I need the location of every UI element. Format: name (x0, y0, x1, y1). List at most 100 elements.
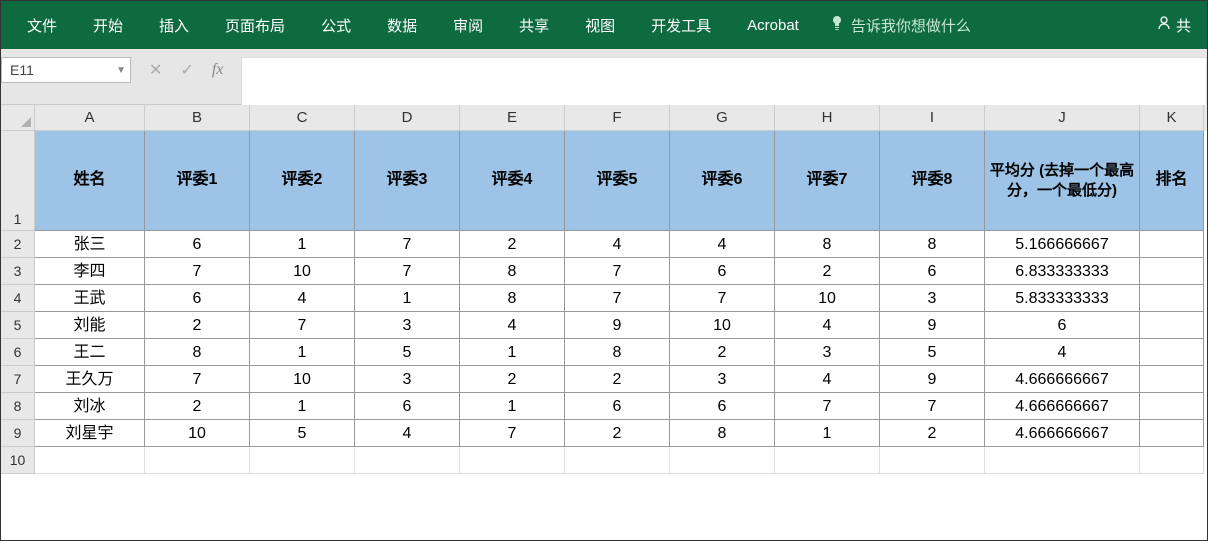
cell[interactable]: 7 (145, 258, 250, 285)
cell[interactable]: 8 (670, 420, 775, 447)
cell[interactable]: 3 (880, 285, 985, 312)
cell[interactable] (1140, 258, 1204, 285)
col-header-K[interactable]: K (1140, 105, 1204, 131)
chevron-down-icon[interactable]: ▼ (116, 65, 126, 76)
col-header-A[interactable]: A (35, 105, 145, 131)
cell[interactable]: 7 (355, 258, 460, 285)
cell[interactable]: 7 (565, 285, 670, 312)
cell[interactable]: 10 (775, 285, 880, 312)
cell[interactable]: 1 (250, 339, 355, 366)
tab-acrobat[interactable]: Acrobat (729, 11, 817, 40)
cell[interactable]: 7 (145, 366, 250, 393)
cell[interactable] (145, 447, 250, 474)
name-box[interactable]: E11 ▼ (1, 57, 131, 83)
cell[interactable]: 8 (460, 258, 565, 285)
cell[interactable]: 1 (460, 393, 565, 420)
cell[interactable]: 6 (565, 393, 670, 420)
tab-view[interactable]: 视图 (567, 9, 633, 42)
row-header-3[interactable]: 3 (1, 258, 35, 285)
col-header-B[interactable]: B (145, 105, 250, 131)
cell[interactable]: 3 (775, 339, 880, 366)
col-header-G[interactable]: G (670, 105, 775, 131)
header-cell[interactable]: 评委6 (670, 131, 775, 231)
cell[interactable]: 1 (775, 420, 880, 447)
cell[interactable]: 刘能 (35, 312, 145, 339)
cell[interactable]: 5.166666667 (985, 231, 1140, 258)
cell[interactable]: 4 (355, 420, 460, 447)
cell[interactable]: 1 (355, 285, 460, 312)
cell[interactable]: 7 (670, 285, 775, 312)
cell[interactable]: 7 (565, 258, 670, 285)
cell[interactable]: 2 (565, 420, 670, 447)
cell[interactable]: 4 (250, 285, 355, 312)
cell[interactable] (460, 447, 565, 474)
cell[interactable]: 刘冰 (35, 393, 145, 420)
cell[interactable]: 6 (145, 285, 250, 312)
cell[interactable]: 10 (250, 258, 355, 285)
cell[interactable]: 5 (250, 420, 355, 447)
row-header-9[interactable]: 9 (1, 420, 35, 447)
cell[interactable] (1140, 339, 1204, 366)
cell[interactable]: 1 (460, 339, 565, 366)
cell[interactable] (1140, 393, 1204, 420)
header-cell[interactable]: 评委1 (145, 131, 250, 231)
cell[interactable]: 6 (985, 312, 1140, 339)
cell[interactable] (1140, 420, 1204, 447)
cell[interactable]: 8 (145, 339, 250, 366)
row-header-8[interactable]: 8 (1, 393, 35, 420)
cell[interactable] (35, 447, 145, 474)
cell[interactable]: 3 (355, 312, 460, 339)
cell[interactable]: 7 (355, 231, 460, 258)
cell[interactable]: 1 (250, 393, 355, 420)
cell[interactable]: 4 (985, 339, 1140, 366)
cell[interactable] (1140, 447, 1204, 474)
col-header-D[interactable]: D (355, 105, 460, 131)
cell[interactable]: 6 (670, 393, 775, 420)
cell[interactable] (985, 447, 1140, 474)
row-header-10[interactable]: 10 (1, 447, 35, 474)
cell[interactable] (250, 447, 355, 474)
cell[interactable]: 10 (250, 366, 355, 393)
cell[interactable]: 2 (670, 339, 775, 366)
cell[interactable]: 7 (775, 393, 880, 420)
cell[interactable] (355, 447, 460, 474)
header-cell[interactable]: 评委4 (460, 131, 565, 231)
header-cell[interactable]: 评委2 (250, 131, 355, 231)
cell[interactable]: 2 (145, 312, 250, 339)
cell[interactable]: 3 (670, 366, 775, 393)
cell[interactable]: 刘星宇 (35, 420, 145, 447)
fx-icon[interactable]: fx (212, 61, 224, 79)
cell[interactable]: 6 (880, 258, 985, 285)
tab-insert[interactable]: 插入 (141, 9, 207, 42)
cell[interactable]: 6.833333333 (985, 258, 1140, 285)
row-header-1[interactable]: 1 (1, 131, 35, 231)
cell[interactable]: 2 (775, 258, 880, 285)
cell[interactable]: 6 (145, 231, 250, 258)
cell[interactable]: 10 (145, 420, 250, 447)
tab-developer[interactable]: 开发工具 (633, 9, 729, 42)
select-all-corner[interactable] (1, 105, 35, 131)
cell[interactable]: 8 (880, 231, 985, 258)
tab-page-layout[interactable]: 页面布局 (207, 9, 303, 42)
tab-file[interactable]: 文件 (9, 9, 75, 42)
col-header-C[interactable]: C (250, 105, 355, 131)
cell[interactable]: 4.666666667 (985, 393, 1140, 420)
cell[interactable]: 4 (460, 312, 565, 339)
cell[interactable]: 4 (565, 231, 670, 258)
row-header-6[interactable]: 6 (1, 339, 35, 366)
tell-me-search[interactable]: 告诉我你想做什么 (817, 9, 983, 42)
col-header-E[interactable]: E (460, 105, 565, 131)
cell[interactable]: 5.833333333 (985, 285, 1140, 312)
cell[interactable]: 7 (880, 393, 985, 420)
tab-review[interactable]: 审阅 (435, 9, 501, 42)
row-header-2[interactable]: 2 (1, 231, 35, 258)
header-cell[interactable]: 评委5 (565, 131, 670, 231)
col-header-J[interactable]: J (985, 105, 1140, 131)
cell[interactable]: 7 (250, 312, 355, 339)
col-header-H[interactable]: H (775, 105, 880, 131)
cell[interactable]: 1 (250, 231, 355, 258)
header-cell[interactable]: 姓名 (35, 131, 145, 231)
cell[interactable] (1140, 312, 1204, 339)
cell[interactable] (775, 447, 880, 474)
cell[interactable]: 6 (355, 393, 460, 420)
